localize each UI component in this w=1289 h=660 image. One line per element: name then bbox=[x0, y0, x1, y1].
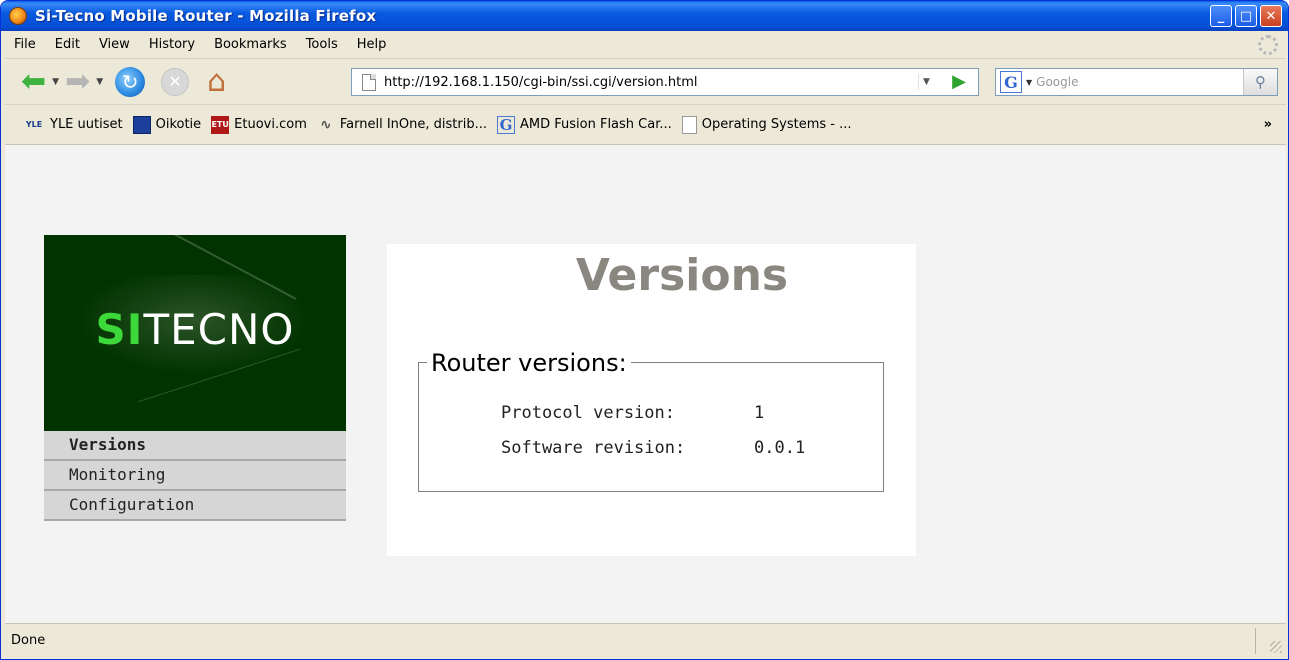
maximize-button[interactable]: □ bbox=[1235, 5, 1257, 27]
protocol-version-value: 1 bbox=[754, 403, 765, 423]
bookmarks-overflow-chevron-icon[interactable]: » bbox=[1264, 117, 1272, 132]
sidebar-item-configuration[interactable]: Configuration bbox=[44, 491, 346, 521]
url-bar[interactable]: http://192.168.1.150/cgi-bin/ssi.cgi/ver… bbox=[351, 68, 979, 96]
bookmark-etuovi[interactable]: ETU Etuovi.com bbox=[211, 115, 307, 134]
page-icon bbox=[362, 73, 376, 91]
menu-help[interactable]: Help bbox=[348, 37, 397, 52]
bookmark-farnell[interactable]: ∿ Farnell InOne, distrib... bbox=[317, 116, 487, 134]
protocol-version-label: Protocol version: bbox=[501, 403, 675, 423]
oikotie-icon bbox=[132, 115, 151, 134]
sidebar-item-versions[interactable]: Versions bbox=[44, 431, 346, 461]
firefox-icon bbox=[9, 7, 27, 25]
forward-history-dropdown-icon[interactable]: ▼ bbox=[96, 77, 103, 87]
menu-view[interactable]: View bbox=[90, 37, 140, 52]
yle-icon: YLE bbox=[25, 120, 43, 129]
bookmark-yle[interactable]: YLE YLE uutiset bbox=[5, 116, 123, 134]
stop-icon[interactable]: ✕ bbox=[161, 67, 190, 96]
search-engine-dropdown-icon[interactable]: ▼ bbox=[1026, 78, 1032, 87]
forward-icon[interactable]: ➡ bbox=[65, 66, 90, 97]
search-icon[interactable]: ⚲ bbox=[1243, 69, 1277, 95]
menu-file[interactable]: File bbox=[5, 37, 46, 52]
google-icon: G bbox=[497, 115, 515, 134]
menu-bookmarks[interactable]: Bookmarks bbox=[205, 37, 297, 52]
menu-tools[interactable]: Tools bbox=[297, 37, 348, 52]
status-text: Done bbox=[11, 633, 46, 648]
bookmark-label: Farnell InOne, distrib... bbox=[339, 117, 487, 132]
menu-bar: File Edit View History Bookmarks Tools H… bbox=[5, 31, 1286, 59]
page-title: Versions bbox=[575, 250, 789, 301]
page-icon bbox=[681, 115, 697, 134]
logo-text: SITECNO bbox=[44, 305, 346, 354]
fieldset-legend: Router versions: bbox=[427, 349, 631, 377]
bookmark-label: Operating Systems - ... bbox=[701, 117, 852, 132]
go-icon[interactable]: ▶ bbox=[952, 71, 966, 92]
bookmark-operating-systems[interactable]: Operating Systems - ... bbox=[681, 115, 852, 134]
page-content: SITECNO Versions Monitoring Configuratio… bbox=[5, 145, 1286, 623]
window-title: Si-Tecno Mobile Router - Mozilla Firefox bbox=[35, 7, 377, 25]
router-versions-fieldset: Router versions: Protocol version: 1 Sof… bbox=[418, 349, 884, 492]
resize-grip-icon[interactable] bbox=[1270, 641, 1282, 653]
url-text[interactable]: http://192.168.1.150/cgi-bin/ssi.cgi/ver… bbox=[384, 75, 698, 90]
window-controls: _ □ ✕ bbox=[1210, 5, 1282, 27]
etuovi-icon: ETU bbox=[211, 115, 230, 134]
browser-window: Si-Tecno Mobile Router - Mozilla Firefox… bbox=[0, 0, 1289, 660]
url-dropdown-icon[interactable]: ▼ bbox=[918, 74, 934, 90]
bookmark-amd-fusion[interactable]: G AMD Fusion Flash Car... bbox=[497, 115, 672, 134]
software-revision-label: Software revision: bbox=[501, 438, 686, 458]
farnell-icon: ∿ bbox=[320, 116, 332, 133]
sidebar-nav: Versions Monitoring Configuration bbox=[44, 431, 346, 521]
google-icon[interactable]: G bbox=[1000, 71, 1022, 93]
search-input[interactable]: Google bbox=[1036, 75, 1078, 89]
throbber-icon bbox=[1258, 35, 1278, 55]
sitecno-logo: SITECNO bbox=[44, 235, 346, 431]
bookmark-label: Oikotie bbox=[155, 117, 202, 132]
menu-edit[interactable]: Edit bbox=[46, 37, 90, 52]
logo-accent: SI bbox=[95, 305, 144, 354]
title-bar[interactable]: Si-Tecno Mobile Router - Mozilla Firefox… bbox=[1, 1, 1288, 31]
versions-panel: Versions Router versions: Protocol versi… bbox=[387, 244, 916, 556]
software-revision-row: Software revision: 0.0.1 bbox=[501, 438, 805, 458]
software-revision-value: 0.0.1 bbox=[754, 438, 806, 458]
status-separator bbox=[1255, 628, 1256, 654]
menu-history[interactable]: History bbox=[140, 37, 205, 52]
bookmark-oikotie[interactable]: Oikotie bbox=[132, 115, 202, 134]
logo-wordmark: TECNO bbox=[143, 305, 295, 354]
minimize-button[interactable]: _ bbox=[1210, 5, 1232, 27]
back-history-dropdown-icon[interactable]: ▼ bbox=[52, 77, 59, 87]
close-button[interactable]: ✕ bbox=[1260, 5, 1282, 27]
status-bar: Done bbox=[5, 623, 1286, 657]
reload-icon[interactable]: ↻ bbox=[115, 66, 146, 97]
bookmark-label: YLE uutiset bbox=[50, 117, 123, 132]
back-icon[interactable]: ⬅ bbox=[21, 66, 46, 97]
bookmarks-toolbar: YLE YLE uutiset Oikotie ETU Etuovi.com ∿… bbox=[5, 105, 1286, 145]
bookmark-label: AMD Fusion Flash Car... bbox=[520, 117, 672, 132]
search-bar[interactable]: G ▼ Google ⚲ bbox=[995, 68, 1278, 96]
navigation-toolbar: ⬅ ▼ ➡ ▼ ↻ ✕ ⌂ http://192.168.1.150/cgi-b… bbox=[5, 59, 1286, 105]
protocol-version-row: Protocol version: 1 bbox=[501, 403, 764, 423]
home-icon[interactable]: ⌂ bbox=[207, 66, 226, 97]
sidebar-item-monitoring[interactable]: Monitoring bbox=[44, 461, 346, 491]
bookmark-label: Etuovi.com bbox=[234, 117, 307, 132]
